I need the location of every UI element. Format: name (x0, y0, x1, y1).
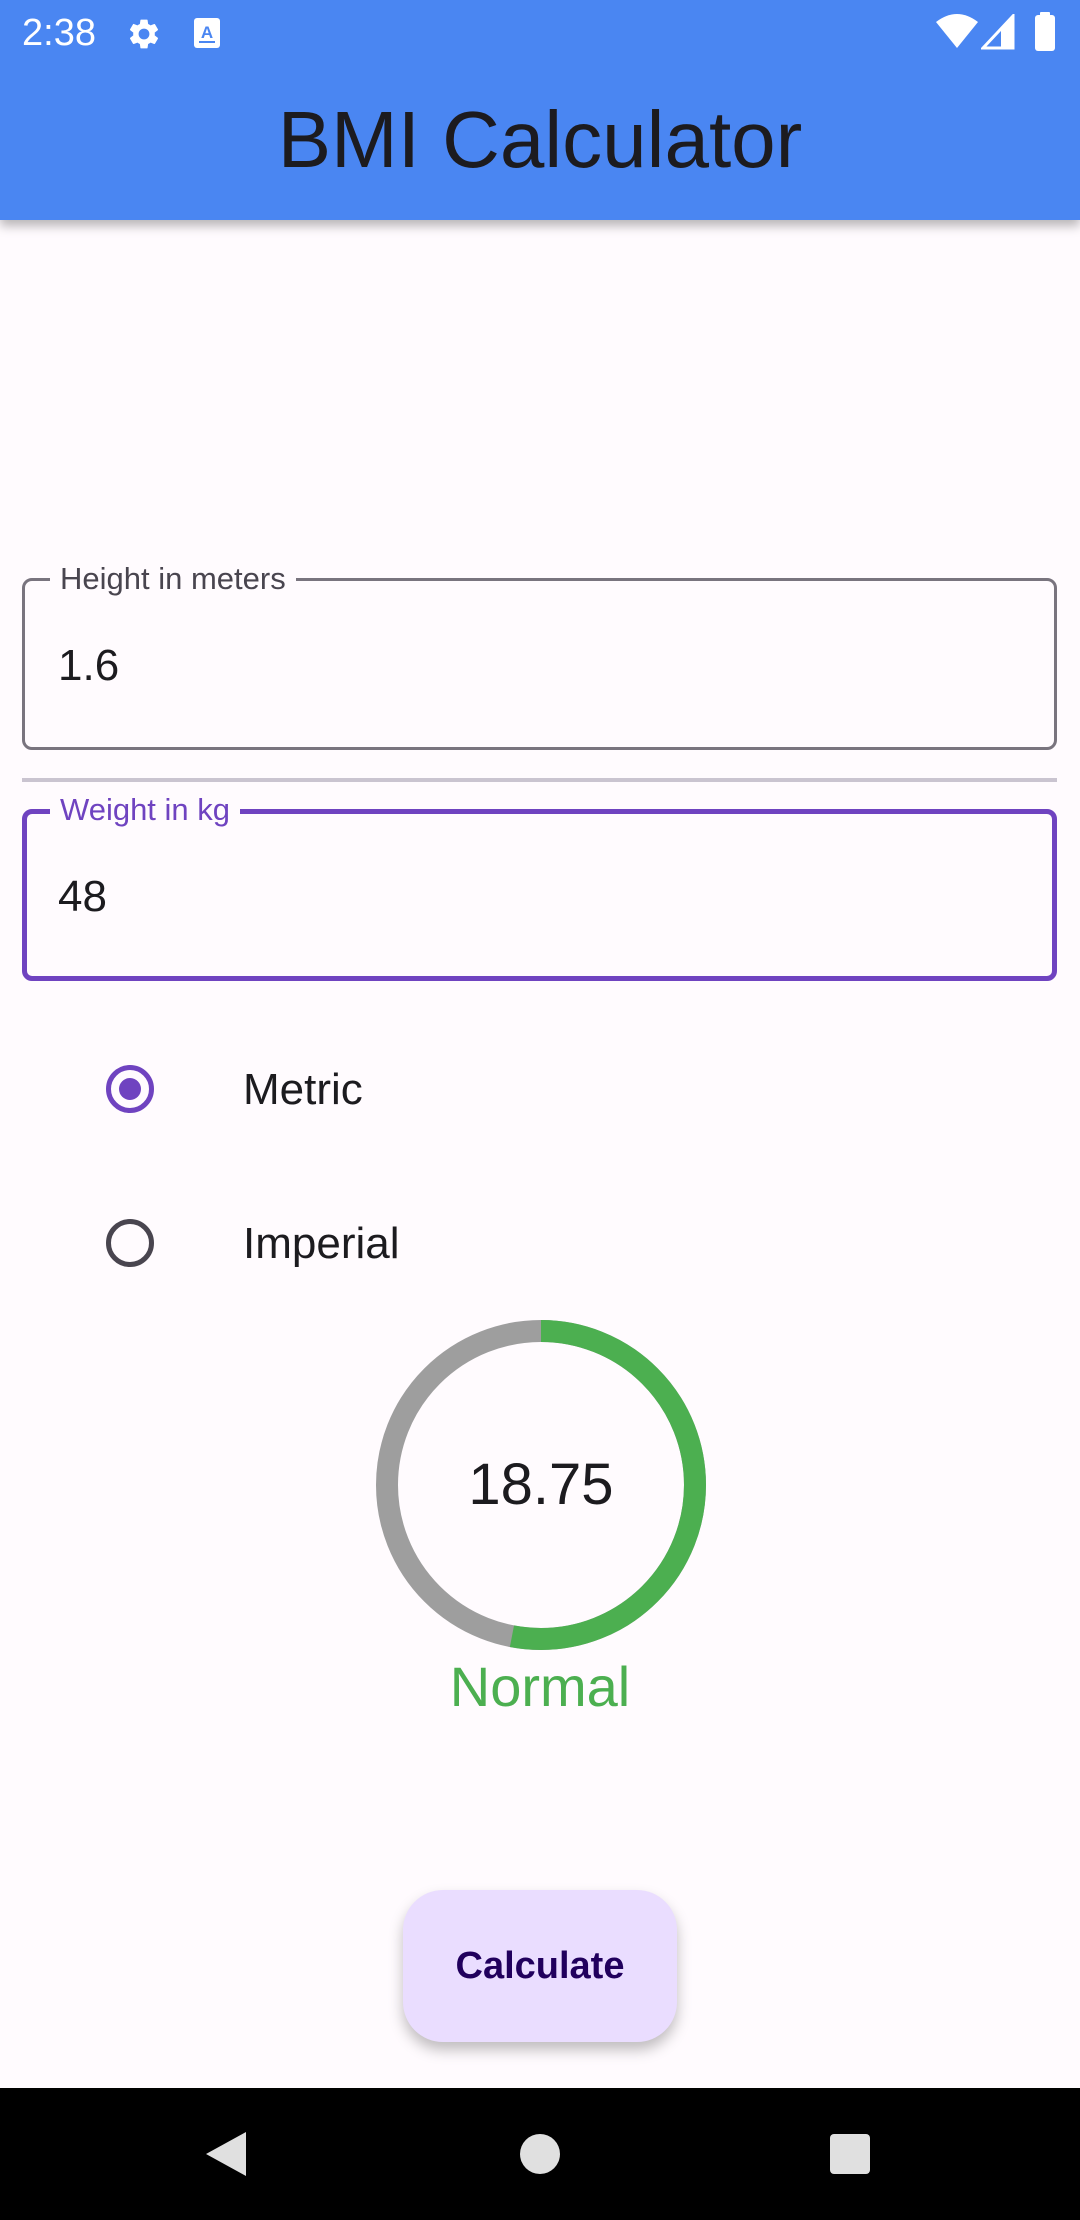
imperial-radio-label: Imperial (243, 1219, 400, 1268)
metric-radio-label: Metric (243, 1065, 363, 1114)
bmi-value: 18.75 (468, 1452, 614, 1517)
wifi-icon (936, 14, 978, 48)
home-icon[interactable] (518, 2132, 562, 2176)
bmi-calculator-screen: 2:38 A BMI Calculator Height in meters 1… (0, 0, 1080, 2220)
calculate-button[interactable]: Calculate (403, 1890, 677, 2042)
navigation-bar (0, 2088, 1080, 2220)
divider (22, 778, 1057, 782)
metric-radio[interactable] (106, 1065, 154, 1113)
bmi-category: Normal (449, 1655, 631, 1718)
status-bar: 2:38 A (0, 0, 1080, 66)
status-time: 2:38 (22, 12, 96, 54)
svg-text:A: A (201, 23, 213, 42)
weight-field[interactable]: Weight in kg 48 (22, 790, 1057, 981)
battery-icon (1035, 12, 1055, 51)
imperial-radio[interactable] (106, 1219, 154, 1267)
recents-icon[interactable] (829, 2133, 871, 2175)
signal-icon (981, 14, 1015, 50)
height-field[interactable]: Height in meters 1.6 (22, 559, 1057, 750)
app-bar: 2:38 A BMI Calculator (0, 0, 1080, 220)
font-app-icon: A (194, 18, 220, 48)
radio-option-metric[interactable]: Metric (0, 1034, 1080, 1144)
weight-field-label: Weight in kg (50, 790, 241, 830)
back-icon[interactable] (204, 2130, 248, 2178)
gear-icon (129, 19, 159, 49)
page-title: BMI Calculator (277, 95, 803, 184)
height-field-label: Height in meters (50, 559, 296, 599)
height-input[interactable]: 1.6 (58, 639, 119, 693)
radio-option-imperial[interactable]: Imperial (0, 1188, 1080, 1298)
weight-input[interactable]: 48 (58, 870, 107, 924)
